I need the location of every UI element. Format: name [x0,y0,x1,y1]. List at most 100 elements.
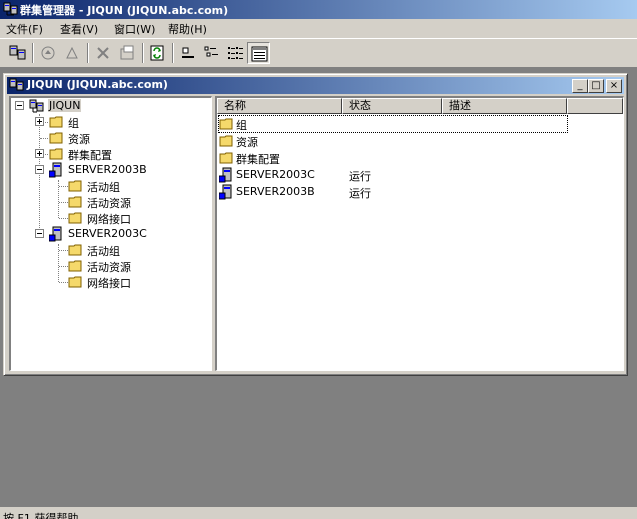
tree-label-node-server2003b: SERVER2003B [68,163,147,176]
delete-button[interactable] [92,42,115,64]
bring-online-icon [41,46,55,60]
folder-icon [49,116,63,128]
large-icons-button[interactable] [176,42,199,64]
tree-item-network-interfaces-c[interactable]: 网络接口 [11,274,211,290]
tree-label-network-interfaces-b: 网络接口 [87,213,131,226]
tree-label-root: JIQUN [48,99,82,112]
list-view-icon [228,47,243,59]
refresh-button[interactable] [146,42,169,64]
app-title-bar[interactable]: 群集管理器 - JIQUN (JIQUN.abc.com) [0,0,637,19]
toolbar-separator [172,43,174,63]
server-icon [219,184,232,200]
open-connection-button[interactable] [6,42,29,64]
status-text: 按 F1 获得帮助 [3,512,79,519]
toolbar [0,38,637,68]
column-header-status[interactable]: 状态 [342,98,442,114]
folder-icon [68,180,82,192]
delete-icon [97,47,109,59]
details-view-icon [251,46,268,62]
large-icons-icon [182,47,194,58]
tree-item-active-groups-c[interactable]: 活动组 [11,242,211,258]
tree-item-active-resources-b[interactable]: 活动资源 [11,194,211,210]
expand-icon[interactable] [35,149,44,158]
expand-icon[interactable] [35,117,44,126]
collapse-icon[interactable] [35,229,44,238]
list-cell-name: SERVER2003B [236,185,315,198]
cluster-tree[interactable]: JIQUN 组 资源 群集配置 SERVER2003B 活动组 活动资源 网络接… [9,96,212,371]
column-header-description[interactable]: 描述 [442,98,567,114]
take-offline-button[interactable] [61,42,84,64]
folder-icon [219,118,233,130]
list-row-group[interactable]: 组 [218,115,568,133]
toolbar-separator [142,43,144,63]
list-row-cluster-config[interactable]: 群集配置 [219,150,619,166]
list-row-server2003c[interactable]: SERVER2003C 运行 [219,167,619,183]
tree-label-group: 组 [68,117,79,130]
tree-item-active-resources-c[interactable]: 活动资源 [11,258,211,274]
folder-icon [68,276,82,288]
small-icons-button[interactable] [200,42,223,64]
tree-item-cluster-config[interactable]: 群集配置 [11,146,211,162]
status-bar: 按 F1 获得帮助 [0,507,637,519]
tree-item-network-interfaces-b[interactable]: 网络接口 [11,210,211,226]
toolbar-separator [87,43,89,63]
menu-view[interactable]: 查看(V) [60,21,98,37]
list-view-button[interactable] [224,42,247,64]
list-row-resources[interactable]: 资源 [219,133,619,149]
tree-item-resources[interactable]: 资源 [11,130,211,146]
list-cell-name: 群集配置 [236,153,280,166]
tree-label-node-server2003c: SERVER2003C [68,227,147,240]
list-cell-status: 运行 [349,187,371,200]
menu-help[interactable]: 帮助(H) [168,21,207,37]
tree-item-active-groups-b[interactable]: 活动组 [11,178,211,194]
folder-icon [68,212,82,224]
column-header-name[interactable]: 名称 [217,98,342,114]
collapse-icon[interactable] [15,101,24,110]
app-title-text: 群集管理器 - JIQUN (JIQUN.abc.com) [20,4,229,17]
folder-icon [219,135,233,147]
collapse-icon[interactable] [35,165,44,174]
cluster-window-title-bar[interactable]: JIQUN (JIQUN.abc.com) _ □ × [7,77,624,94]
tree-item-root[interactable]: JIQUN [11,98,211,114]
cluster-icon [9,78,24,91]
tree-label-active-groups-c: 活动组 [87,245,120,258]
details-view-button[interactable] [247,42,270,64]
list-cell-status: 运行 [349,170,371,183]
folder-icon [68,196,82,208]
cluster-admin-icon [3,2,18,16]
list-cell-name: 资源 [236,136,258,149]
minimize-button[interactable]: _ [572,79,588,93]
cluster-window: JIQUN (JIQUN.abc.com) _ □ × JIQUN 组 资源 群… [3,73,628,376]
menu-window[interactable]: 窗口(W) [114,21,155,37]
toolbar-separator [32,43,34,63]
tree-label-network-interfaces-c: 网络接口 [87,277,131,290]
properties-icon [120,45,134,60]
column-header-filler [567,98,623,114]
tree-item-group[interactable]: 组 [11,114,211,130]
take-offline-icon [66,46,78,59]
server-icon [49,162,62,178]
maximize-button[interactable]: □ [588,79,604,93]
properties-button[interactable] [116,42,139,64]
bring-online-button[interactable] [37,42,60,64]
tree-label-resources: 资源 [68,133,90,146]
list-cell-name: 组 [236,119,247,132]
cluster-window-title: JIQUN (JIQUN.abc.com) [27,78,168,91]
menu-file[interactable]: 文件(F) [6,21,43,37]
menu-bar: 文件(F) 查看(V) 窗口(W) 帮助(H) [0,19,637,38]
list-row-server2003b[interactable]: SERVER2003B 运行 [219,184,619,200]
small-icons-icon [204,46,218,57]
refresh-icon [150,45,164,61]
tree-item-node-server2003c[interactable]: SERVER2003C [11,226,211,242]
details-list[interactable]: 名称 状态 描述 组 资源 群集配置 SERVER2003C 运行 SERVER… [215,96,624,371]
tree-label-active-groups-b: 活动组 [87,181,120,194]
tree-label-active-resources-c: 活动资源 [87,261,131,274]
folder-icon [68,260,82,272]
folder-icon [49,132,63,144]
tree-item-node-server2003b[interactable]: SERVER2003B [11,162,211,178]
close-button[interactable]: × [606,79,622,93]
folder-icon [68,244,82,256]
server-icon [49,226,62,242]
folder-icon [49,148,63,160]
cluster-icon [29,99,44,113]
